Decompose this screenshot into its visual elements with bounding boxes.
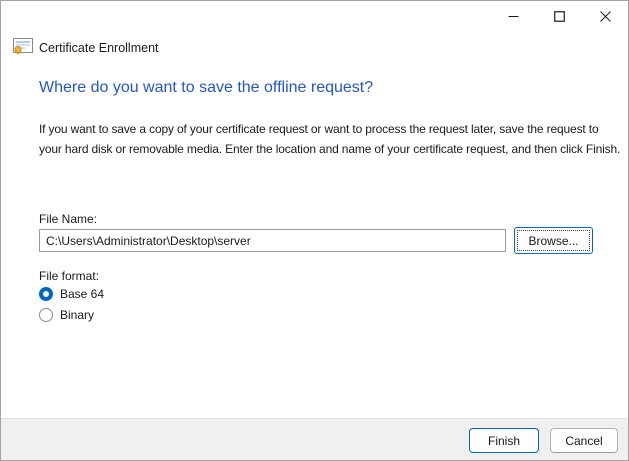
- radio-label: Binary: [60, 308, 94, 322]
- radio-label: Base 64: [60, 287, 104, 301]
- certificate-icon: [13, 38, 33, 55]
- cancel-button[interactable]: Cancel: [550, 428, 618, 453]
- radio-option-base64[interactable]: Base 64: [39, 287, 104, 301]
- maximize-button[interactable]: [536, 1, 582, 31]
- caption-buttons: [490, 1, 628, 31]
- close-button[interactable]: [582, 1, 628, 31]
- maximize-icon: [554, 11, 565, 22]
- button-bar: Finish Cancel: [1, 418, 628, 460]
- minimize-button[interactable]: [490, 1, 536, 31]
- file-format-label: File format:: [39, 269, 99, 283]
- minimize-icon: [508, 11, 519, 22]
- dialog-title: Certificate Enrollment: [39, 41, 159, 55]
- titlebar[interactable]: [1, 1, 628, 31]
- close-icon: [600, 11, 611, 22]
- page-title: Where do you want to save the offline re…: [39, 79, 373, 97]
- radio-unselected-icon[interactable]: [39, 308, 53, 322]
- browse-button[interactable]: Browse...: [514, 227, 593, 254]
- finish-button[interactable]: Finish: [469, 428, 539, 453]
- radio-option-binary[interactable]: Binary: [39, 308, 94, 322]
- file-name-input[interactable]: [39, 229, 506, 252]
- description-text: If you want to save a copy of your certi…: [39, 120, 624, 159]
- certificate-enrollment-dialog: Certificate Enrollment Where do you want…: [0, 0, 629, 461]
- file-name-label: File Name:: [39, 212, 97, 226]
- radio-selected-icon[interactable]: [39, 287, 53, 301]
